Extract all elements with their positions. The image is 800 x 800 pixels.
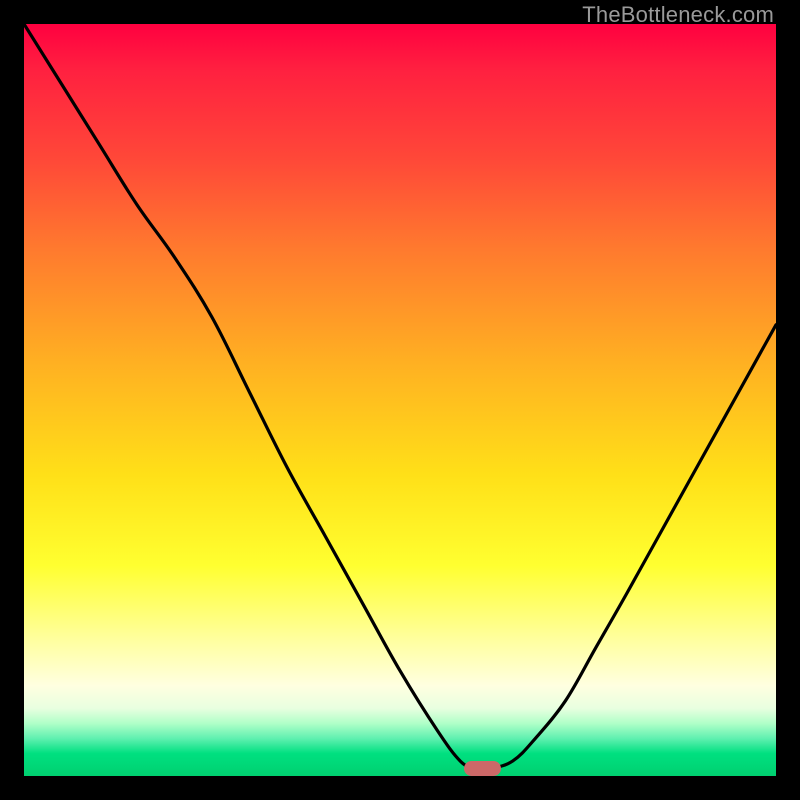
chart-container: TheBottleneck.com (0, 0, 800, 800)
plot-area (24, 24, 776, 776)
optimal-marker (464, 761, 502, 776)
bottleneck-curve (24, 24, 776, 769)
curve-svg (24, 24, 776, 776)
watermark-text: TheBottleneck.com (582, 2, 774, 28)
